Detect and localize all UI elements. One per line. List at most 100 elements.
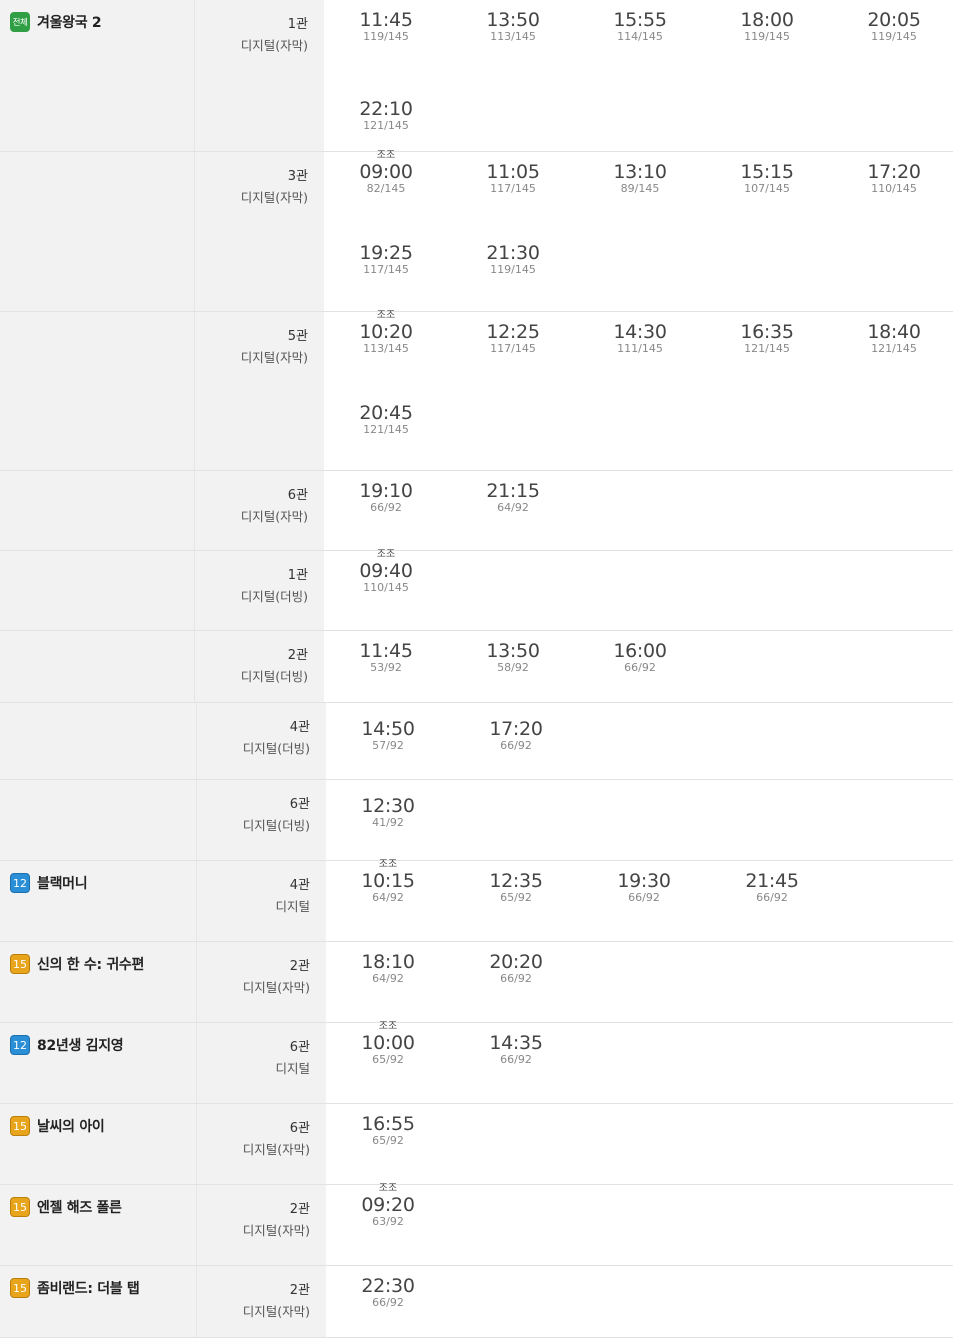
- movie-title[interactable]: 12 82년생 김지영: [10, 1035, 124, 1055]
- showtimes-cell: 18:10 64/92 20:20 66/92: [326, 942, 953, 1022]
- hall-cell: 2관 디지털(더빙): [194, 631, 324, 702]
- showtime-time: 11:05: [486, 161, 540, 183]
- hall-name: 1관: [287, 568, 308, 583]
- movie-cell: 15 신의 한 수: 귀수편: [0, 942, 196, 1022]
- showtime-slot[interactable]: 21:45 66/92: [717, 859, 827, 904]
- movie-title[interactable]: 15 좀비랜드: 더블 탭: [10, 1278, 140, 1298]
- showtime-slot[interactable]: 14:30 111/145: [585, 310, 695, 355]
- showtime-slot[interactable]: 20:20 66/92: [461, 940, 571, 985]
- screen-format: 디지털: [275, 899, 310, 914]
- showtime-slot[interactable]: 14:35 66/92: [461, 1021, 571, 1066]
- showtime-time: 20:05: [867, 9, 921, 31]
- showtime-slot[interactable]: 12:25 117/145: [458, 310, 568, 355]
- movie-title[interactable]: 전체 겨울왕국 2: [10, 12, 102, 32]
- hall-name: 4관: [289, 720, 310, 735]
- seat-availability: 58/92: [497, 661, 529, 674]
- seat-availability: 89/145: [620, 182, 660, 195]
- schedule-row: 6관 디지털(자막) 19:10 66/92 21:15 64/92: [0, 471, 953, 551]
- hall-name: 6관: [289, 1040, 310, 1055]
- showtime-slot[interactable]: 15:15 107/145: [712, 150, 822, 195]
- hall-cell: 2관 디지털(자막): [196, 1185, 326, 1265]
- showtime-slot[interactable]: 22:30 66/92: [333, 1264, 443, 1309]
- showtime-slot[interactable]: 13:10 89/145: [585, 150, 695, 195]
- schedule-row: 3관 디지털(자막) 조조 09:00 82/145 11:05 117/145 13:10 8…: [0, 150, 953, 312]
- showtime-time: 10:15: [361, 870, 415, 892]
- showtime-slot[interactable]: 19:30 66/92: [589, 859, 699, 904]
- hall-name: 3관: [287, 169, 308, 184]
- showtime-slot[interactable]: 19:25 117/145: [331, 231, 441, 276]
- showtimes-cell: 22:30 66/92: [326, 1266, 953, 1337]
- movie-title[interactable]: 15 엔젤 해즈 폴른: [10, 1197, 122, 1217]
- hall-cell: 6관 디지털(자막): [196, 1104, 326, 1184]
- seat-availability: 41/92: [372, 816, 404, 829]
- seat-availability: 113/145: [490, 30, 536, 43]
- movie-title-text: 겨울왕국 2: [37, 15, 102, 31]
- showtime-time: 10:20: [359, 321, 413, 343]
- schedule-row: 15 신의 한 수: 귀수편 2관 디지털(자막) 18:10 64/92 20:20 66/…: [0, 942, 953, 1023]
- showtime-slot[interactable]: 19:10 66/92: [331, 469, 441, 514]
- showtime-slot[interactable]: 14:50 57/92: [333, 707, 443, 752]
- seat-availability: 66/92: [628, 891, 660, 904]
- showtime-time: 11:45: [359, 640, 413, 662]
- seat-availability: 65/92: [372, 1053, 404, 1066]
- showtime-slot[interactable]: 17:20 66/92: [461, 707, 571, 752]
- showtime-time: 21:45: [745, 870, 799, 892]
- showtime-slot[interactable]: 18:10 64/92: [333, 940, 443, 985]
- screen-format: 디지털(더빙): [242, 818, 310, 833]
- showtime-time: 20:45: [359, 402, 413, 424]
- showtime-slot[interactable]: 조조 09:20 63/92: [333, 1183, 443, 1228]
- showtime-slot[interactable]: 18:40 121/145: [839, 310, 949, 355]
- showtime-time: 17:20: [867, 161, 921, 183]
- hall-cell: 2관 디지털(자막): [196, 1266, 326, 1337]
- showtime-slot[interactable]: 20:05 119/145: [839, 0, 949, 43]
- showtime-slot[interactable]: 22:10 121/145: [331, 87, 441, 132]
- showtime-time: 13:10: [613, 161, 667, 183]
- movie-title[interactable]: 15 날씨의 아이: [10, 1116, 105, 1136]
- showtimes-cell: 조조 10:20 113/145 12:25 117/145 14:30 111/145 16…: [324, 310, 953, 470]
- showtime-slot[interactable]: 12:30 41/92: [333, 784, 443, 829]
- movie-cell: [0, 703, 196, 779]
- showtime-slot[interactable]: 조조 10:20 113/145: [331, 310, 441, 355]
- showtime-slot[interactable]: 16:00 66/92: [585, 629, 695, 674]
- rating-badge: 전체: [10, 12, 30, 32]
- seat-availability: 117/145: [363, 263, 409, 276]
- hall-name: 5관: [287, 329, 308, 344]
- screen-format: 디지털(자막): [240, 190, 308, 205]
- movie-cell: 15 좀비랜드: 더블 탭: [0, 1266, 196, 1337]
- hall-cell: 5관 디지털(자막): [194, 312, 324, 470]
- movie-title[interactable]: 15 신의 한 수: 귀수편: [10, 954, 144, 974]
- seat-availability: 121/145: [363, 119, 409, 132]
- showtime-slot[interactable]: 조조 09:40 110/145: [331, 549, 441, 594]
- showtime-slot[interactable]: 11:05 117/145: [458, 150, 568, 195]
- showtime-slot[interactable]: 13:50 58/92: [458, 629, 568, 674]
- showtime-slot[interactable]: 조조 10:15 64/92: [333, 859, 443, 904]
- showtime-slot[interactable]: 15:55 114/145: [585, 0, 695, 43]
- showtime-slot[interactable]: 18:00 119/145: [712, 0, 822, 43]
- showtime-slot[interactable]: 12:35 65/92: [461, 859, 571, 904]
- showtime-time: 09:00: [359, 161, 413, 183]
- showtime-slot[interactable]: 16:35 121/145: [712, 310, 822, 355]
- showtime-slot[interactable]: 11:45 119/145: [331, 0, 441, 43]
- movie-title[interactable]: 12 블랙머니: [10, 873, 88, 893]
- seat-availability: 66/92: [756, 891, 788, 904]
- showtime-slot[interactable]: 조조 10:00 65/92: [333, 1021, 443, 1066]
- hall-name: 4관: [289, 878, 310, 893]
- showtime-time: 16:35: [740, 321, 794, 343]
- showtime-slot[interactable]: 20:45 121/145: [331, 391, 441, 436]
- schedule-row: 2관 디지털(더빙) 11:45 53/92 13:50 58/92 16:00 66/92: [0, 631, 953, 703]
- movie-cell: [0, 152, 194, 311]
- movie-cell: 15 엔젤 해즈 폴른: [0, 1185, 196, 1265]
- hall-name: 1관: [287, 17, 308, 32]
- showtime-slot[interactable]: 21:15 64/92: [458, 469, 568, 514]
- showtime-slot[interactable]: 13:50 113/145: [458, 0, 568, 43]
- showtime-slot[interactable]: 17:20 110/145: [839, 150, 949, 195]
- showtime-slot[interactable]: 조조 09:00 82/145: [331, 150, 441, 195]
- showtime-slot[interactable]: 16:55 65/92: [333, 1102, 443, 1147]
- seat-availability: 111/145: [617, 342, 663, 355]
- showtime-time: 20:20: [489, 951, 543, 973]
- showtime-slot[interactable]: 21:30 119/145: [458, 231, 568, 276]
- movie-cell: 12 블랙머니: [0, 861, 196, 941]
- screen-format: 디지털(더빙): [242, 741, 310, 756]
- movie-cell: 15 날씨의 아이: [0, 1104, 196, 1184]
- showtime-slot[interactable]: 11:45 53/92: [331, 629, 441, 674]
